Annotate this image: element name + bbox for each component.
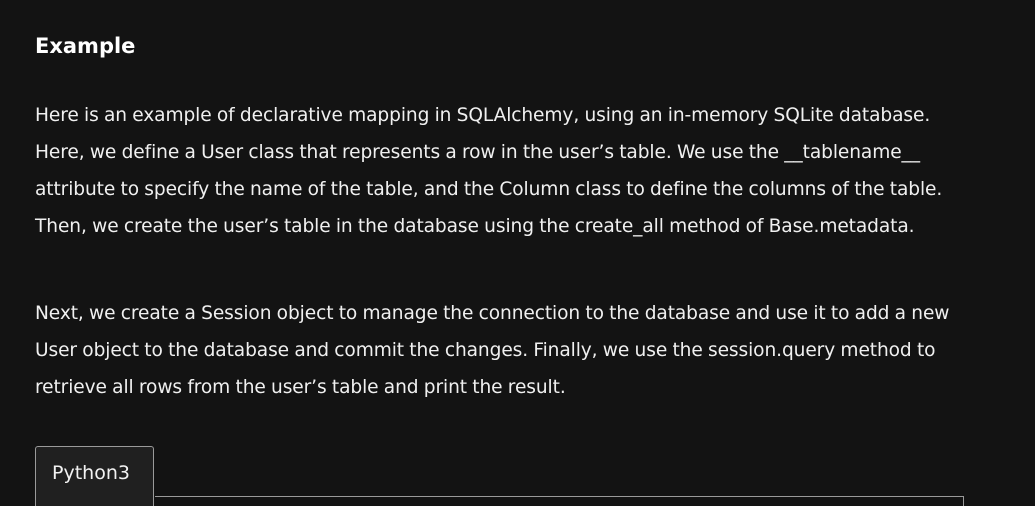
tab-python3-label: Python3 [52,462,130,484]
code-tabs-divider [155,496,964,497]
code-block-edge [963,496,964,506]
paragraph-declarative-mapping: Here is an example of declarative mappin… [35,105,943,237]
section-heading: Example [35,34,136,58]
tab-python3[interactable]: Python3 [35,446,154,506]
paragraph-session-usage: Next, we create a Session object to mana… [35,303,950,398]
code-tabs: Python3 [35,446,964,506]
